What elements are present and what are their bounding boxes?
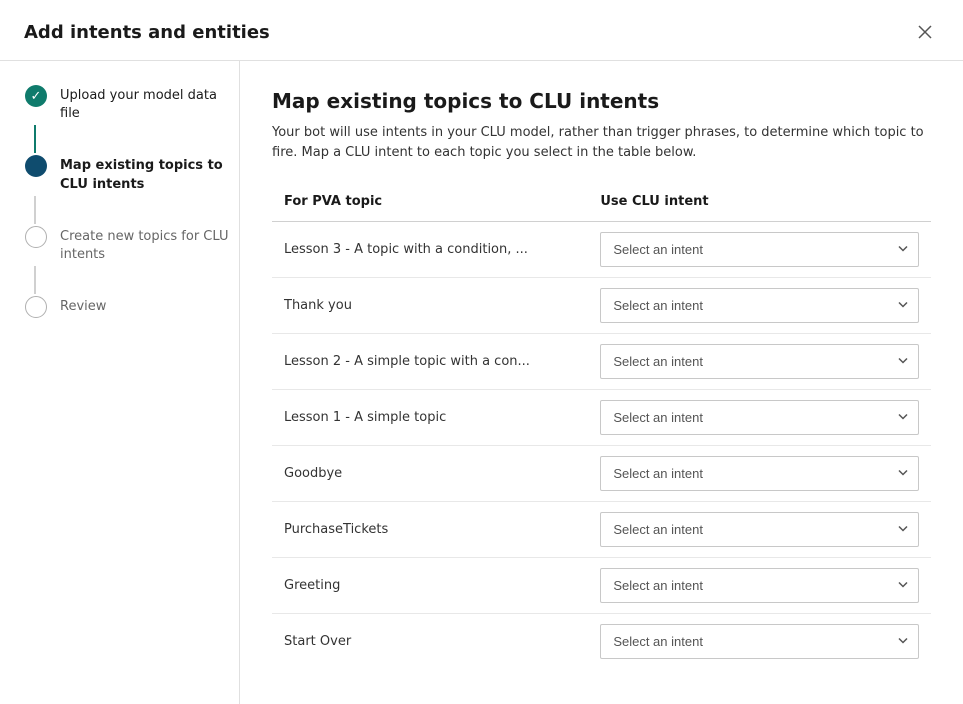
table-row: Goodbye Select an intent [272,446,931,502]
dialog-title: Add intents and entities [24,22,270,43]
intent-select-3[interactable]: Select an intent [600,400,919,435]
intent-select-2[interactable]: Select an intent [600,344,919,379]
intent-cell: Select an intent [588,502,931,558]
mapping-table: For PVA topic Use CLU intent Lesson 3 - … [272,186,931,669]
select-wrapper: Select an intent [600,232,919,267]
intent-cell: Select an intent [588,614,931,670]
topic-cell: Goodbye [272,446,588,502]
table-row: Lesson 2 - A simple topic with a con... S… [272,334,931,390]
intent-select-7[interactable]: Select an intent [600,624,919,659]
select-wrapper: Select an intent [600,568,919,603]
col-header-topic: For PVA topic [272,186,588,222]
connector-1 [24,123,239,155]
intent-select-6[interactable]: Select an intent [600,568,919,603]
step-1-circle: ✓ [25,85,47,107]
table-header-row: For PVA topic Use CLU intent [272,186,931,222]
topic-cell: Thank you [272,278,588,334]
sidebar: ✓ Upload your model data file [0,61,240,704]
main-content: Map existing topics to CLU intents Your … [240,61,963,704]
intent-select-5[interactable]: Select an intent [600,512,919,547]
select-wrapper: Select an intent [600,456,919,491]
step-create: Create new topics for CLU intents [24,226,239,264]
section-description: Your bot will use intents in your CLU mo… [272,123,931,162]
add-intents-dialog: Add intents and entities ✓ Upload your m… [0,0,963,704]
topic-cell: Greeting [272,558,588,614]
intent-cell: Select an intent [588,334,931,390]
topic-cell: Lesson 2 - A simple topic with a con... [272,334,588,390]
table-row: Lesson 1 - A simple topic Select an inten… [272,390,931,446]
step-4-label: Review [60,296,106,316]
step-2-circle [25,155,47,177]
steps-container: ✓ Upload your model data file [24,85,239,318]
intent-cell: Select an intent [588,446,931,502]
intent-select-1[interactable]: Select an intent [600,288,919,323]
table-row: Thank you Select an intent [272,278,931,334]
intent-cell: Select an intent [588,390,931,446]
connector-line-2 [34,196,36,224]
intent-cell: Select an intent [588,222,931,278]
topic-cell: Lesson 3 - A topic with a condition, ... [272,222,588,278]
select-wrapper: Select an intent [600,624,919,659]
section-title: Map existing topics to CLU intents [272,89,931,113]
checkmark-icon: ✓ [31,89,42,104]
topic-cell: Lesson 1 - A simple topic [272,390,588,446]
select-wrapper: Select an intent [600,400,919,435]
select-wrapper: Select an intent [600,512,919,547]
dialog-body: ✓ Upload your model data file [0,61,963,704]
step-review: Review [24,296,239,318]
connector-3 [24,264,239,296]
topic-cell: Start Over [272,614,588,670]
select-wrapper: Select an intent [600,288,919,323]
step-3-circle [25,226,47,248]
step-map: Map existing topics to CLU intents [24,155,239,193]
topic-cell: PurchaseTickets [272,502,588,558]
step-2-label: Map existing topics to CLU intents [60,155,239,193]
intent-cell: Select an intent [588,558,931,614]
intent-select-4[interactable]: Select an intent [600,456,919,491]
step-3-label: Create new topics for CLU intents [60,226,239,264]
connector-2 [24,194,239,226]
col-header-intent: Use CLU intent [588,186,931,222]
table-row: Lesson 3 - A topic with a condition, ...… [272,222,931,278]
table-row: Greeting Select an intent [272,558,931,614]
intent-cell: Select an intent [588,278,931,334]
connector-line-3 [34,266,36,294]
dialog-header: Add intents and entities [0,0,963,61]
intent-select-0[interactable]: Select an intent [600,232,919,267]
table-row: Start Over Select an intent [272,614,931,670]
close-button[interactable] [911,18,939,46]
connector-line-1 [34,125,36,153]
step-1-label: Upload your model data file [60,85,239,123]
step-upload: ✓ Upload your model data file [24,85,239,123]
close-icon [917,24,933,40]
step-4-circle [25,296,47,318]
select-wrapper: Select an intent [600,344,919,379]
table-row: PurchaseTickets Select an intent [272,502,931,558]
